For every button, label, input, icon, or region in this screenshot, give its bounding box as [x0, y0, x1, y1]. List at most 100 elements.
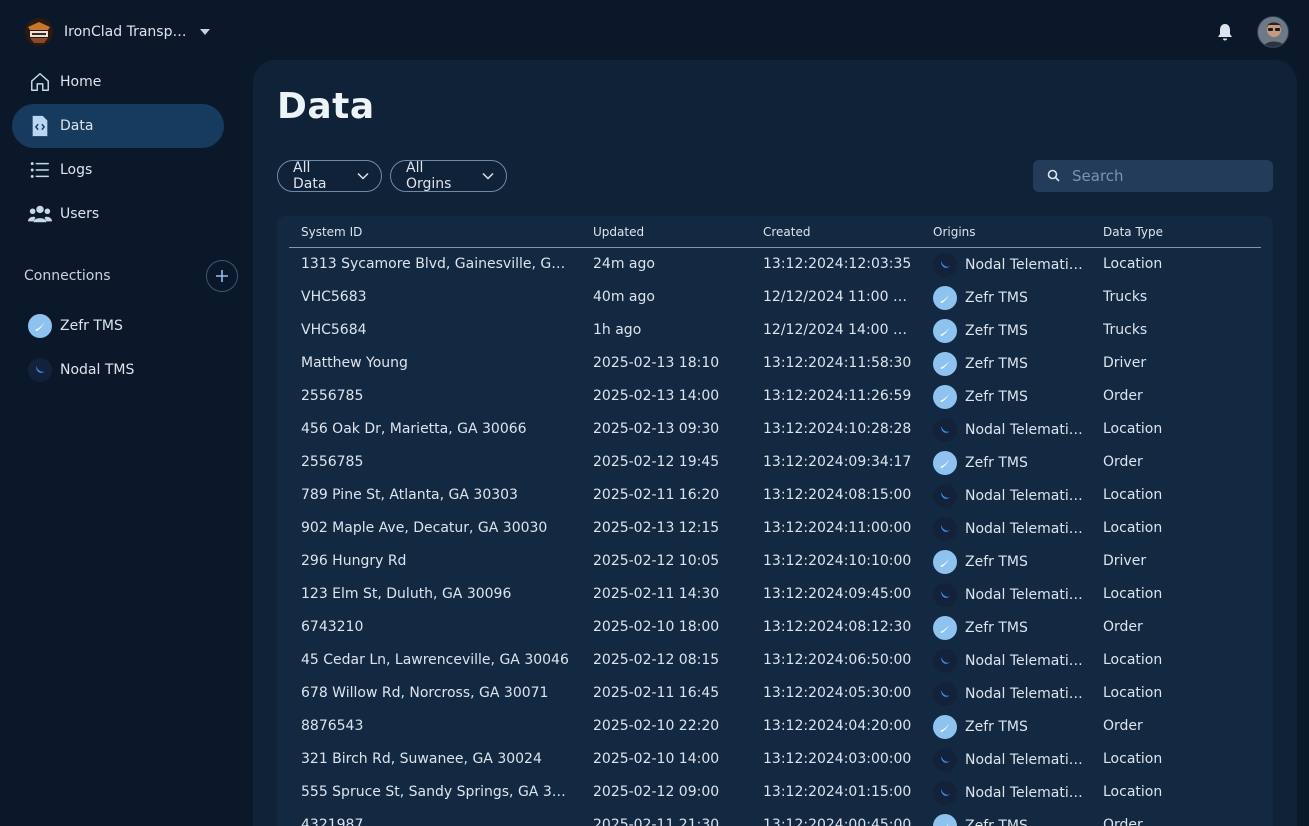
cell-created: 13:12:2024:11:26:59	[763, 388, 912, 404]
nav-item-label: Home	[60, 74, 102, 90]
cell-system-id: 2556785	[301, 454, 364, 470]
nav-item-label: Logs	[60, 162, 93, 178]
connection-item-nodal[interactable]: Nodal TMS	[24, 348, 224, 392]
origin-name: Nodal Telematics	[965, 686, 1083, 702]
cell-created: 12/12/2024 11:00 PM	[763, 289, 913, 305]
filter-data-dropdown[interactable]: All Data	[277, 160, 382, 192]
origin-name: Zefr TMS	[965, 290, 1028, 306]
cell-created: 12/12/2024 14:00 PM	[763, 322, 913, 338]
zefr-icon	[933, 550, 957, 574]
zefr-icon	[933, 319, 957, 343]
table-row[interactable]: VHC5684 1h ago 12/12/2024 14:00 PM Zefr TMS…	[289, 314, 1261, 347]
cell-origin: Zefr TMS	[933, 814, 1083, 826]
cell-origin: Nodal Telematics	[933, 781, 1083, 805]
table-row[interactable]: 678 Willow Rd, Norcross, GA 30071 2025-02…	[289, 677, 1261, 710]
column-header-created[interactable]: Created	[763, 225, 913, 239]
nodal-icon	[933, 649, 957, 673]
cell-updated: 2025-02-10 22:20	[593, 718, 720, 734]
cell-created: 13:12:2024:06:50:00	[763, 652, 912, 668]
search-input[interactable]	[1072, 167, 1252, 185]
cell-data-type: Order	[1103, 817, 1143, 826]
cell-created: 13:12:2024:04:20:00	[763, 718, 912, 734]
filter-data-value: All Data	[293, 160, 327, 192]
origin-name: Zefr TMS	[965, 620, 1028, 636]
avatar[interactable]	[1257, 16, 1289, 48]
filter-origins-dropdown[interactable]: All Orgins	[390, 160, 507, 192]
table-row[interactable]: 321 Birch Rd, Suwanee, GA 30024 2025-02-1…	[289, 743, 1261, 776]
cell-updated: 2025-02-11 16:20	[593, 487, 720, 503]
cell-data-type: Location	[1103, 652, 1163, 668]
cell-data-type: Order	[1103, 619, 1143, 635]
cell-origin: Nodal Telematics	[933, 583, 1083, 607]
nav-item-users[interactable]: Users	[12, 192, 224, 236]
sidebar: IronClad Transportation Home	[0, 0, 253, 826]
table-row[interactable]: 6743210 2025-02-10 18:00 13:12:2024:08:12:…	[289, 611, 1261, 644]
column-header-system-id[interactable]: System ID	[301, 225, 571, 239]
origin-name: Zefr TMS	[965, 554, 1028, 570]
connection-label: Nodal TMS	[60, 362, 135, 378]
org-name: IronClad Transportation	[64, 24, 190, 40]
cell-origin: Zefr TMS	[933, 451, 1083, 475]
org-logo	[24, 17, 54, 47]
app-root: IronClad Transportation Home	[0, 0, 1309, 826]
table-row[interactable]: 2556785 2025-02-13 14:00 13:12:2024:11:26:…	[289, 380, 1261, 413]
table-row[interactable]: 2556785 2025-02-12 19:45 13:12:2024:09:34:…	[289, 446, 1261, 479]
origin-name: Zefr TMS	[965, 719, 1028, 735]
table-row[interactable]: 789 Pine St, Atlanta, GA 30303 2025-02-11…	[289, 479, 1261, 512]
column-header-updated[interactable]: Updated	[593, 225, 743, 239]
table-row[interactable]: Matthew Young 2025-02-13 18:10 13:12:2024:…	[289, 347, 1261, 380]
cell-origin: Zefr TMS	[933, 385, 1083, 409]
table-row[interactable]: 45 Cedar Ln, Lawrenceville, GA 30046 2025…	[289, 644, 1261, 677]
org-switcher[interactable]: IronClad Transportation	[24, 16, 210, 48]
cell-updated: 2025-02-10 18:00	[593, 619, 720, 635]
nav-item-logs[interactable]: Logs	[12, 148, 224, 192]
cell-updated: 2025-02-13 18:10	[593, 355, 720, 371]
cell-data-type: Trucks	[1103, 289, 1148, 305]
nav-item-home[interactable]: Home	[12, 60, 224, 104]
cell-system-id: 321 Birch Rd, Suwanee, GA 30024	[301, 751, 542, 767]
cell-system-id: 1313 Sycamore Blvd, Gainesville, GA 3050…	[301, 256, 571, 272]
table-row[interactable]: 296 Hungry Rd 2025-02-12 10:05 13:12:2024:…	[289, 545, 1261, 578]
table-row[interactable]: 902 Maple Ave, Decatur, GA 30030 2025-02-…	[289, 512, 1261, 545]
cell-data-type: Location	[1103, 421, 1163, 437]
table-row[interactable]: VHC5683 40m ago 12/12/2024 11:00 PM Zefr TM…	[289, 281, 1261, 314]
cell-data-type: Location	[1103, 751, 1163, 767]
cell-updated: 2025-02-13 14:00	[593, 388, 720, 404]
cell-data-type: Order	[1103, 454, 1143, 470]
cell-system-id: Matthew Young	[301, 355, 408, 371]
cell-origin: Nodal Telematics	[933, 253, 1083, 277]
cell-system-id: 2556785	[301, 388, 364, 404]
zefr-icon	[933, 286, 957, 310]
cell-origin: Nodal Telematics	[933, 682, 1083, 706]
connection-item-zefr[interactable]: Zefr TMS	[24, 304, 224, 348]
cell-updated: 2025-02-13 12:15	[593, 520, 720, 536]
bell-icon[interactable]	[1214, 21, 1236, 43]
table-row[interactable]: 123 Elm St, Duluth, GA 30096 2025-02-11 1…	[289, 578, 1261, 611]
origin-name: Zefr TMS	[965, 356, 1028, 372]
cell-created: 13:12:2024:08:15:00	[763, 487, 912, 503]
table-row[interactable]: 555 Spruce St, Sandy Springs, GA 30328 20…	[289, 776, 1261, 809]
list-icon	[28, 158, 52, 182]
cell-data-type: Location	[1103, 586, 1163, 602]
cell-data-type: Order	[1103, 388, 1143, 404]
users-icon	[28, 202, 52, 226]
cell-system-id: VHC5684	[301, 322, 367, 338]
table-row[interactable]: 456 Oak Dr, Marietta, GA 30066 2025-02-13…	[289, 413, 1261, 446]
table-row[interactable]: 4321987 2025-02-11 21:30 13:12:2024:00:45:…	[289, 809, 1261, 826]
nav-item-data[interactable]: Data	[12, 104, 224, 148]
caret-down-icon	[200, 29, 210, 35]
table-row[interactable]: 8876543 2025-02-10 22:20 13:12:2024:04:20:…	[289, 710, 1261, 743]
add-connection-button[interactable]	[206, 260, 238, 292]
cell-updated: 2025-02-11 21:30	[593, 817, 720, 826]
table-row[interactable]: 1313 Sycamore Blvd, Gainesville, GA 3050…	[289, 248, 1261, 281]
column-header-origins[interactable]: Origins	[933, 225, 1083, 239]
column-header-data-type[interactable]: Data Type	[1103, 225, 1243, 239]
search-icon	[1047, 167, 1060, 186]
connections-title: Connections	[24, 268, 111, 284]
cell-created: 13:12:2024:10:28:28	[763, 421, 912, 437]
origin-name: Nodal Telematics	[965, 653, 1083, 669]
nodal-icon	[933, 682, 957, 706]
cell-system-id: 45 Cedar Ln, Lawrenceville, GA 30046	[301, 652, 569, 668]
nodal-icon	[933, 253, 957, 277]
cell-origin: Zefr TMS	[933, 715, 1083, 739]
